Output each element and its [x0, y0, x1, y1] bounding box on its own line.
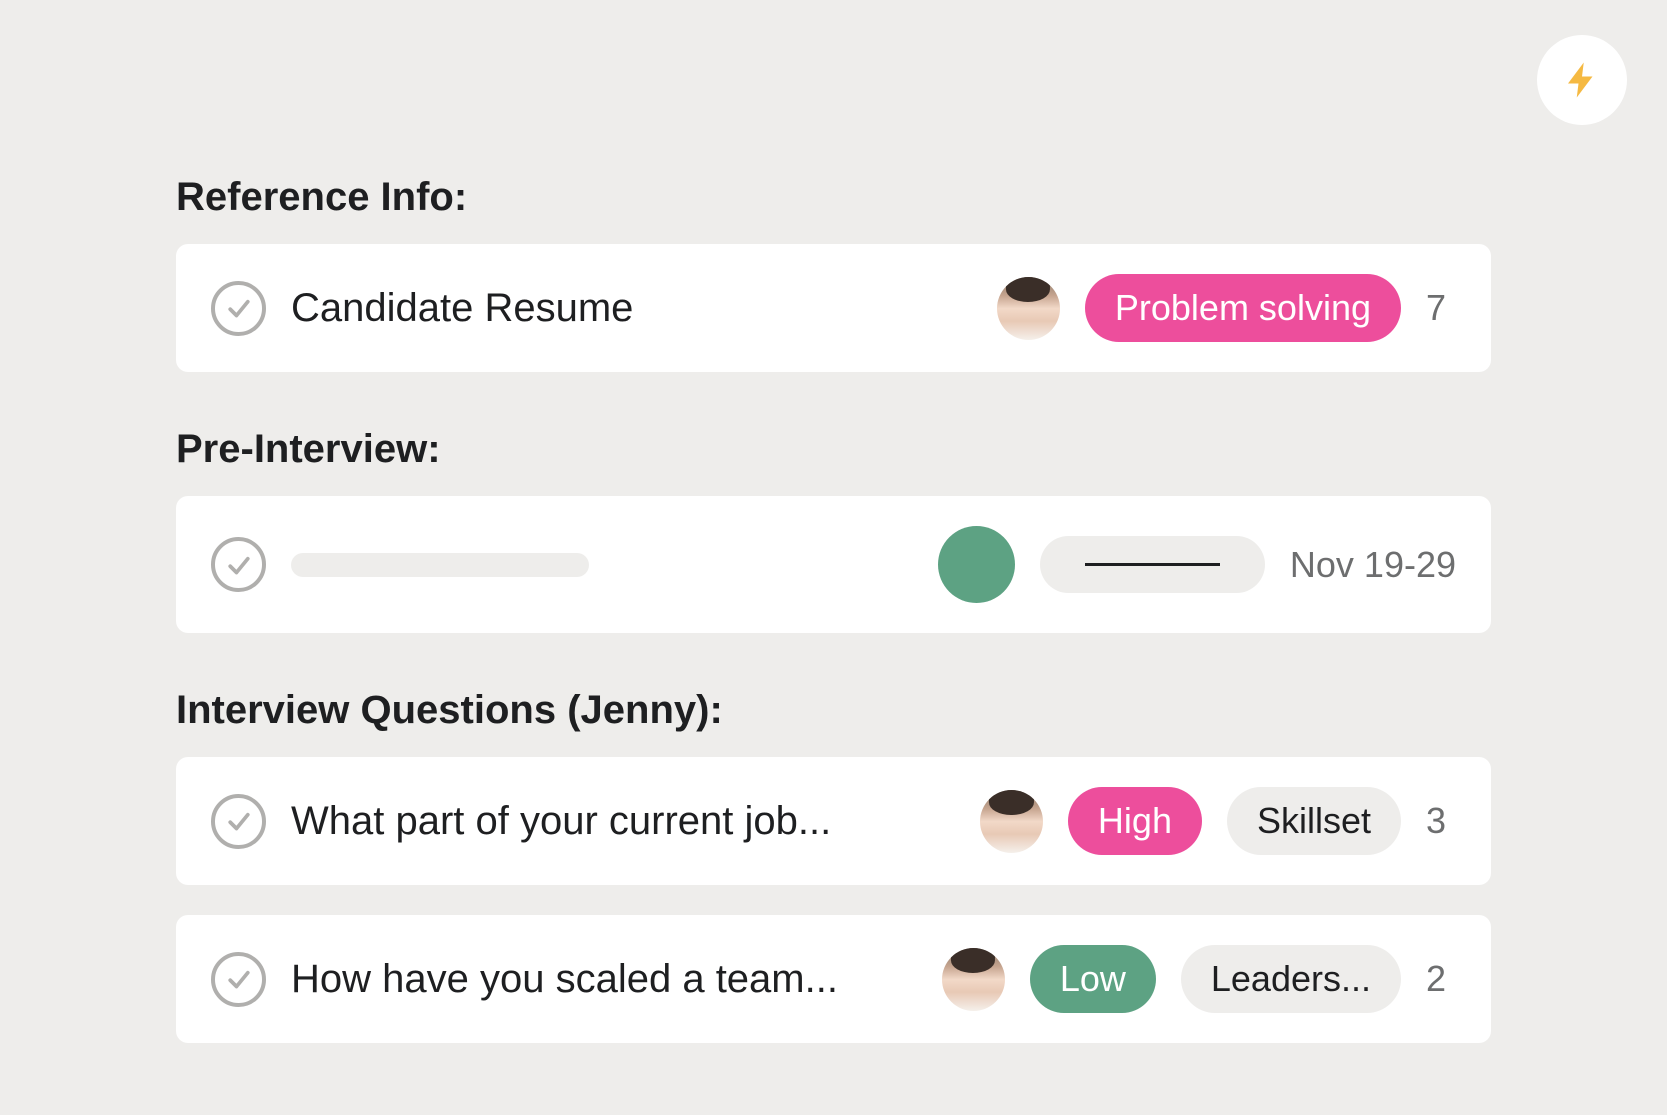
automation-fab[interactable] — [1537, 35, 1627, 125]
complete-task-checkbox[interactable] — [211, 537, 266, 592]
task-name: How have you scaled a team... — [291, 957, 917, 1002]
check-icon — [224, 806, 254, 836]
task-row[interactable]: Candidate Resume Problem solving 7 — [176, 244, 1491, 372]
section-title-interview-questions: Interview Questions (Jenny): — [176, 688, 1491, 733]
tag-pill[interactable]: Skillset — [1227, 787, 1401, 855]
complete-task-checkbox[interactable] — [211, 281, 266, 336]
lightning-icon — [1561, 59, 1603, 101]
placeholder-line — [1085, 563, 1220, 566]
task-list-container: Reference Info: Candidate Resume Problem… — [176, 40, 1491, 1043]
complete-task-checkbox[interactable] — [211, 952, 266, 1007]
complete-task-checkbox[interactable] — [211, 794, 266, 849]
priority-pill-low[interactable]: Low — [1030, 945, 1156, 1013]
section-title-preinterview: Pre-Interview: — [176, 427, 1491, 472]
section-title-reference: Reference Info: — [176, 175, 1491, 220]
task-name: Candidate Resume — [291, 286, 972, 331]
tag-pill[interactable]: Leaders... — [1181, 945, 1401, 1013]
assignee-avatar[interactable] — [980, 790, 1043, 853]
assignee-avatar[interactable] — [942, 948, 1005, 1011]
tag-pill-placeholder[interactable] — [1040, 536, 1265, 593]
assignee-avatar[interactable] — [997, 277, 1060, 340]
task-row[interactable]: How have you scaled a team... Low Leader… — [176, 915, 1491, 1043]
check-icon — [224, 550, 254, 580]
check-icon — [224, 293, 254, 323]
check-icon — [224, 964, 254, 994]
task-name: What part of your current job... — [291, 799, 955, 844]
task-date-range: Nov 19-29 — [1290, 544, 1456, 586]
priority-pill-high[interactable]: High — [1068, 787, 1202, 855]
tag-pill[interactable]: Problem solving — [1085, 274, 1401, 342]
subtask-count: 3 — [1426, 800, 1456, 842]
subtask-count: 2 — [1426, 958, 1456, 1000]
task-name-placeholder — [291, 553, 589, 577]
task-row[interactable]: Nov 19-29 — [176, 496, 1491, 633]
assignee-avatar[interactable] — [938, 526, 1015, 603]
subtask-count: 7 — [1426, 287, 1456, 329]
task-row[interactable]: What part of your current job... High Sk… — [176, 757, 1491, 885]
